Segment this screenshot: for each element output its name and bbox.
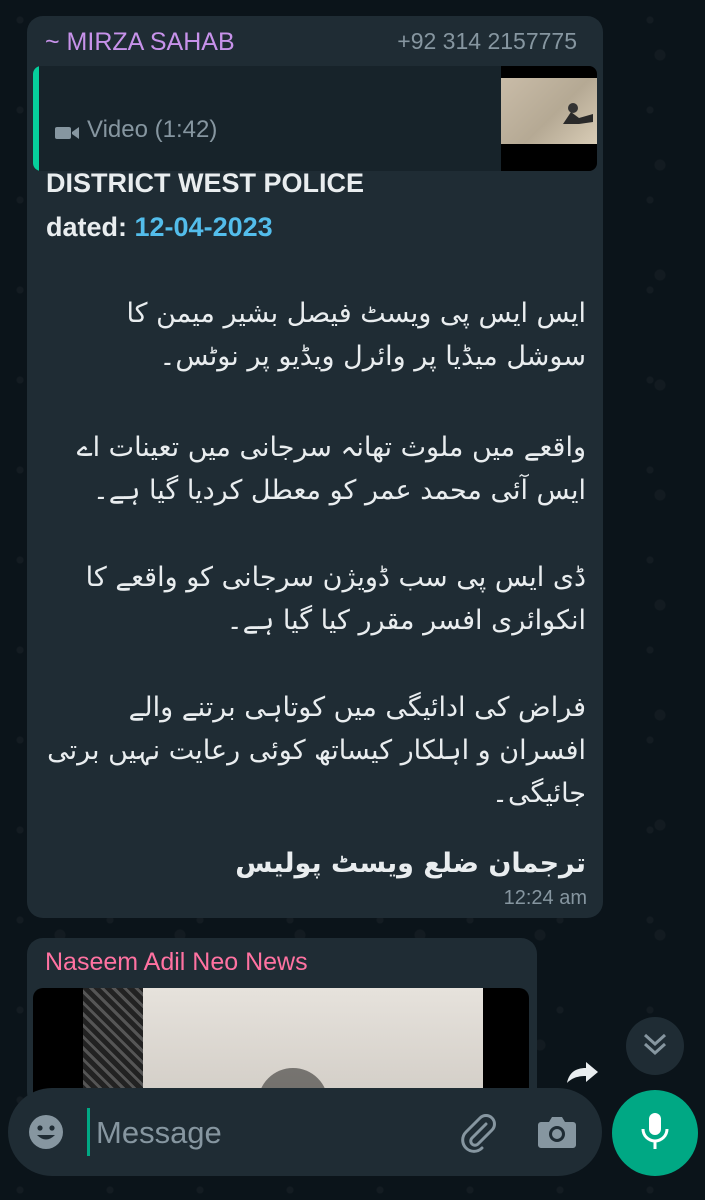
dated-label: dated: — [46, 212, 127, 242]
thumbnail-image — [501, 78, 597, 144]
message-title: DISTRICT WEST POLICE — [46, 168, 365, 198]
message-paragraph-1: ایس ایس پی ویسٹ فیصل بشیر میمن کا سوشل م… — [126, 298, 586, 372]
message-timestamp: 12:24 am — [503, 887, 587, 909]
double-chevron-down-icon — [642, 1032, 668, 1061]
quoted-video-text: Video (1:42) — [87, 116, 218, 143]
date-link[interactable]: 12-04-2023 — [135, 212, 273, 242]
message-paragraph-2: واقعے میں ملوث تھانہ سرجانی میں تعینات ا… — [76, 432, 586, 506]
paperclip-icon[interactable] — [456, 1110, 500, 1154]
microphone-button[interactable] — [612, 1090, 698, 1176]
quoted-video-reply[interactable]: Video (1:42) — [33, 66, 597, 171]
camera-icon[interactable] — [535, 1112, 579, 1152]
quoted-video-label: Video (1:42) — [55, 116, 217, 144]
message-signature: ترجمان ضلع ویسٹ پولیس — [235, 848, 586, 879]
forward-icon[interactable] — [566, 1060, 600, 1084]
quote-accent-bar — [33, 66, 39, 171]
message-input[interactable] — [94, 1108, 438, 1158]
video-thumbnail[interactable] — [501, 66, 597, 171]
message-paragraph-4: فراض کی ادائیگی میں کوتاہی برتنے والے اف… — [47, 692, 586, 809]
microphone-icon — [638, 1111, 672, 1156]
message-bubble[interactable]: ~ MIRZA SAHAB +92 314 2157775 Video (1:4… — [27, 16, 603, 918]
sender-phone: +92 314 2157775 — [397, 28, 577, 54]
message-composer[interactable] — [8, 1088, 602, 1176]
scroll-to-bottom-button[interactable] — [626, 1017, 684, 1075]
message-bubble-2[interactable]: Naseem Adil Neo News — [27, 938, 537, 1118]
video-camera-icon — [55, 121, 79, 139]
text-cursor — [87, 1108, 90, 1156]
sender-name-2[interactable]: Naseem Adil Neo News — [45, 948, 308, 977]
sender-name[interactable]: ~ MIRZA SAHAB — [45, 28, 235, 57]
emoji-icon[interactable] — [26, 1112, 66, 1152]
message-date-line: dated: 12-04-2023 — [46, 212, 273, 243]
message-paragraph-3: ڈی ایس پی سب ڈویژن سرجانی کو واقعے کا ان… — [85, 562, 586, 636]
